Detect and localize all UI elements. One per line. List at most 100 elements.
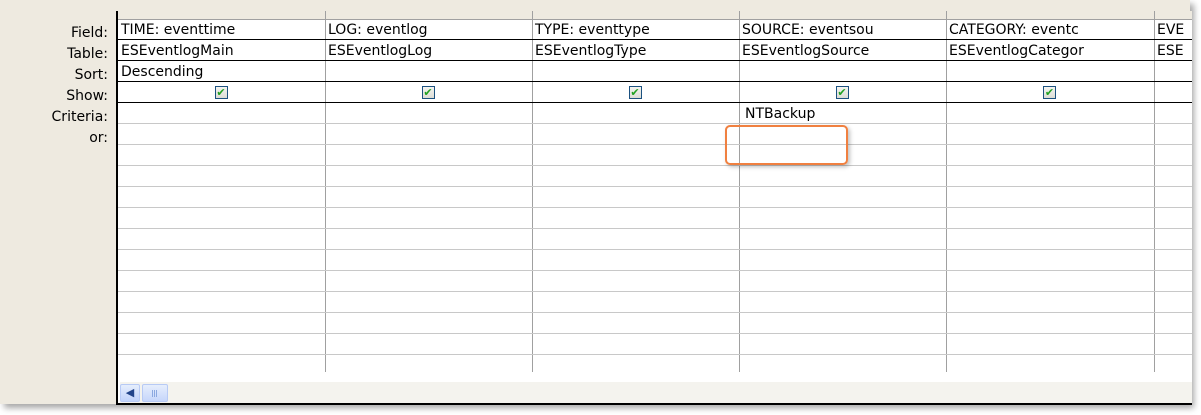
extra-criteria-cell[interactable] [532,188,739,208]
show-checkbox[interactable]: ✔ [1043,86,1056,99]
extra-criteria-cell[interactable] [532,167,739,187]
extra-criteria-cell[interactable] [118,167,325,187]
show-checkbox[interactable]: ✔ [214,86,228,99]
extra-criteria-cell[interactable] [325,167,532,187]
extra-criteria-cell[interactable] [118,251,325,271]
sort-cell[interactable] [1154,62,1192,82]
column-selector[interactable] [1154,11,1192,20]
extra-criteria-cell[interactable] [532,251,739,271]
extra-criteria-cell[interactable] [325,230,532,250]
table-cell[interactable]: ESEventlogCategor [946,41,1154,61]
scroll-left-arrow-icon[interactable]: ◀ [120,384,140,402]
extra-criteria-cell[interactable] [739,188,946,208]
criteria-cell[interactable] [1154,104,1192,124]
extra-criteria-cell[interactable] [325,209,532,229]
extra-criteria-cell[interactable] [118,335,325,355]
sort-cell[interactable] [946,62,1154,82]
or-cell[interactable] [1154,125,1192,145]
extra-criteria-cell[interactable] [946,335,1154,355]
extra-criteria-cell[interactable] [1154,251,1192,271]
extra-criteria-cell[interactable] [1154,167,1192,187]
horizontal-scrollbar[interactable]: ◀ [120,382,1192,403]
column-selector[interactable] [946,11,1154,20]
extra-criteria-cell[interactable] [739,335,946,355]
table-cell[interactable]: ESEventlogMain [118,41,325,61]
extra-criteria-cell[interactable] [1154,272,1192,292]
extra-criteria-cell[interactable] [1154,188,1192,208]
sort-cell[interactable] [532,62,739,82]
extra-criteria-cell[interactable] [325,251,532,271]
sort-cell[interactable] [739,62,946,82]
extra-criteria-cell[interactable] [1154,293,1192,313]
scroll-thumb[interactable] [142,384,168,402]
extra-criteria-cell[interactable] [118,230,325,250]
extra-criteria-cell[interactable] [1154,335,1192,355]
criteria-cell[interactable] [532,104,739,124]
criteria-cell[interactable] [946,104,1154,124]
extra-criteria-cell[interactable] [946,230,1154,250]
design-grid[interactable]: TIME: eventtime ESEventlogMain Descending ✔… [116,11,1192,405]
criteria-cell[interactable]: NTBackup [739,104,946,124]
column-selector[interactable] [325,11,532,20]
extra-criteria-cell[interactable] [739,272,946,292]
extra-criteria-cell[interactable] [532,335,739,355]
extra-criteria-cell[interactable] [325,188,532,208]
extra-criteria-cell[interactable] [118,146,325,166]
show-checkbox[interactable]: ✔ [421,86,435,99]
field-cell[interactable]: TIME: eventtime [118,20,325,40]
extra-criteria-cell[interactable] [325,293,532,313]
extra-criteria-cell[interactable] [325,146,532,166]
or-cell[interactable] [118,125,325,145]
field-cell[interactable]: TYPE: eventtype [532,20,739,40]
extra-criteria-cell[interactable] [946,272,1154,292]
extra-criteria-cell[interactable] [946,188,1154,208]
extra-criteria-cell[interactable] [739,167,946,187]
extra-criteria-cell[interactable] [532,230,739,250]
table-cell[interactable]: ESE [1154,41,1192,61]
field-cell[interactable]: EVE [1154,20,1192,40]
table-cell[interactable]: ESEventlogType [532,41,739,61]
sort-cell[interactable]: Descending [118,62,325,82]
extra-criteria-cell[interactable] [532,209,739,229]
column-selector[interactable] [118,11,325,20]
extra-criteria-cell[interactable] [739,209,946,229]
table-cell[interactable]: ESEventlogLog [325,41,532,61]
extra-criteria-cell[interactable] [118,272,325,292]
extra-criteria-cell[interactable] [946,167,1154,187]
table-cell[interactable]: ESEventlogSource [739,41,946,61]
extra-criteria-cell[interactable] [739,230,946,250]
extra-criteria-cell[interactable] [739,314,946,334]
extra-criteria-cell[interactable] [1154,146,1192,166]
extra-criteria-cell[interactable] [532,146,739,166]
criteria-cell[interactable] [325,104,532,124]
or-cell[interactable] [325,125,532,145]
extra-criteria-cell[interactable] [118,293,325,313]
extra-criteria-cell[interactable] [946,209,1154,229]
extra-criteria-cell[interactable] [739,251,946,271]
sort-cell[interactable] [325,62,532,82]
extra-criteria-cell[interactable] [946,251,1154,271]
extra-criteria-cell[interactable] [946,146,1154,166]
column-selector[interactable] [739,11,946,20]
column-selector[interactable] [532,11,739,20]
extra-criteria-cell[interactable] [946,314,1154,334]
extra-criteria-cell[interactable] [532,314,739,334]
criteria-cell[interactable] [118,104,325,124]
extra-criteria-cell[interactable] [1154,314,1192,334]
extra-criteria-cell[interactable] [118,209,325,229]
or-cell[interactable] [946,125,1154,145]
extra-criteria-cell[interactable] [946,293,1154,313]
or-cell[interactable] [532,125,739,145]
field-cell[interactable]: CATEGORY: eventc [946,20,1154,40]
extra-criteria-cell[interactable] [118,188,325,208]
extra-criteria-cell[interactable] [1154,230,1192,250]
extra-criteria-cell[interactable] [325,272,532,292]
show-checkbox[interactable]: ✔ [628,86,642,99]
field-cell[interactable]: SOURCE: eventsou [739,20,946,40]
extra-criteria-cell[interactable] [532,272,739,292]
show-checkbox[interactable]: ✔ [835,86,849,99]
extra-criteria-cell[interactable] [739,293,946,313]
extra-criteria-cell[interactable] [325,314,532,334]
field-cell[interactable]: LOG: eventlog [325,20,532,40]
extra-criteria-cell[interactable] [118,314,325,334]
